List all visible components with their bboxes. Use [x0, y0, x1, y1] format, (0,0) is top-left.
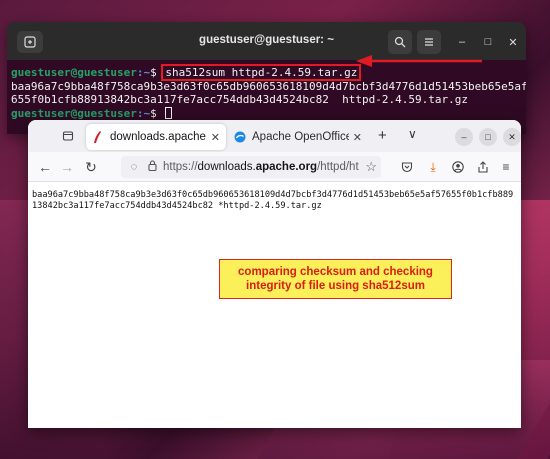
downloads-icon[interactable]: ⤓: [424, 158, 442, 176]
url-host-prefix: downloads.: [197, 161, 256, 173]
hamburger-menu-icon[interactable]: [417, 30, 441, 54]
account-icon[interactable]: [449, 158, 467, 176]
prompt-user: guestuser@guestuser: [11, 66, 137, 79]
url-scheme: https://: [163, 161, 198, 173]
back-arrow-icon[interactable]: ←: [36, 158, 54, 176]
pocket-icon[interactable]: [398, 158, 416, 176]
tab-downloads-apache[interactable]: downloads.apache.org/ ✕: [86, 124, 226, 150]
tab-list-icon[interactable]: [60, 128, 76, 144]
tab-label: downloads.apache.org/: [110, 131, 207, 143]
minimize-icon[interactable]: –: [453, 33, 471, 51]
close-icon[interactable]: ✕: [504, 33, 522, 51]
address-bar[interactable]: ◌ https://downloads. apache.org/httpd/ht …: [121, 156, 381, 178]
prompt-path: :~: [136, 66, 151, 79]
shield-icon[interactable]: ◌: [127, 161, 141, 173]
maximize-icon[interactable]: □: [479, 128, 497, 146]
close-icon[interactable]: ✕: [503, 128, 521, 146]
tab-bar[interactable]: downloads.apache.org/ ✕ Apache OpenOffic…: [28, 120, 521, 152]
new-tab-plus-icon[interactable]: +: [378, 127, 387, 144]
prompt-user: guestuser@guestuser: [11, 106, 137, 120]
highlighted-command: sha512sum httpd-2.4.59.tar.gz: [161, 64, 362, 81]
search-icon[interactable]: [388, 30, 412, 54]
terminal-output[interactable]: guestuser@guestuser:~$ sha512sum httpd-2…: [7, 60, 526, 120]
tab-label: Apache OpenOffice - H: [252, 131, 349, 143]
chevron-down-icon[interactable]: ∨: [408, 127, 417, 141]
url-host: apache.org: [255, 161, 318, 173]
share-icon[interactable]: [474, 158, 492, 176]
navigation-toolbar: ← → ↻ ◌ https://downloads. apache.org/htt…: [28, 152, 521, 182]
terminal-window[interactable]: guestuser@guestuser: ~ – □ ✕ guestuser@g…: [7, 22, 526, 134]
prompt-path: :~: [136, 106, 151, 120]
text-cursor: [165, 106, 173, 119]
forward-arrow-icon[interactable]: →: [58, 158, 76, 176]
url-path: /httpd/ht: [317, 161, 359, 173]
minimize-icon[interactable]: –: [455, 128, 473, 146]
terminal-title: guestuser@guestuser: ~: [199, 34, 334, 46]
tab-openoffice[interactable]: Apache OpenOffice - H ✕: [228, 124, 368, 150]
hash-output-line: baa96a7c9bba48f758ca9b3e3d63f0c65db96065…: [11, 79, 526, 93]
page-content: baa96a7c9bba48f758ca9b3e3d63f0c65db96065…: [32, 190, 514, 211]
openoffice-icon: [234, 131, 246, 143]
maximize-icon[interactable]: □: [479, 33, 497, 51]
prompt-symbol: $: [150, 106, 164, 120]
bookmark-star-icon[interactable]: ☆: [362, 159, 377, 175]
red-arrow-icon: [356, 55, 482, 67]
annotation-callout: comparing checksum and checking integrit…: [219, 259, 452, 299]
lock-icon[interactable]: [145, 160, 159, 174]
reload-icon[interactable]: ↻: [82, 158, 100, 176]
hash-output-line: 655f0b1cfb88913842bc3a117fe7acc754ddb43d…: [11, 93, 468, 107]
apache-feather-icon: [92, 131, 104, 143]
prompt-symbol: $: [150, 66, 164, 79]
close-tab-icon[interactable]: ✕: [211, 131, 220, 144]
close-tab-icon[interactable]: ✕: [353, 131, 362, 144]
menu-icon[interactable]: ≡: [497, 158, 515, 176]
